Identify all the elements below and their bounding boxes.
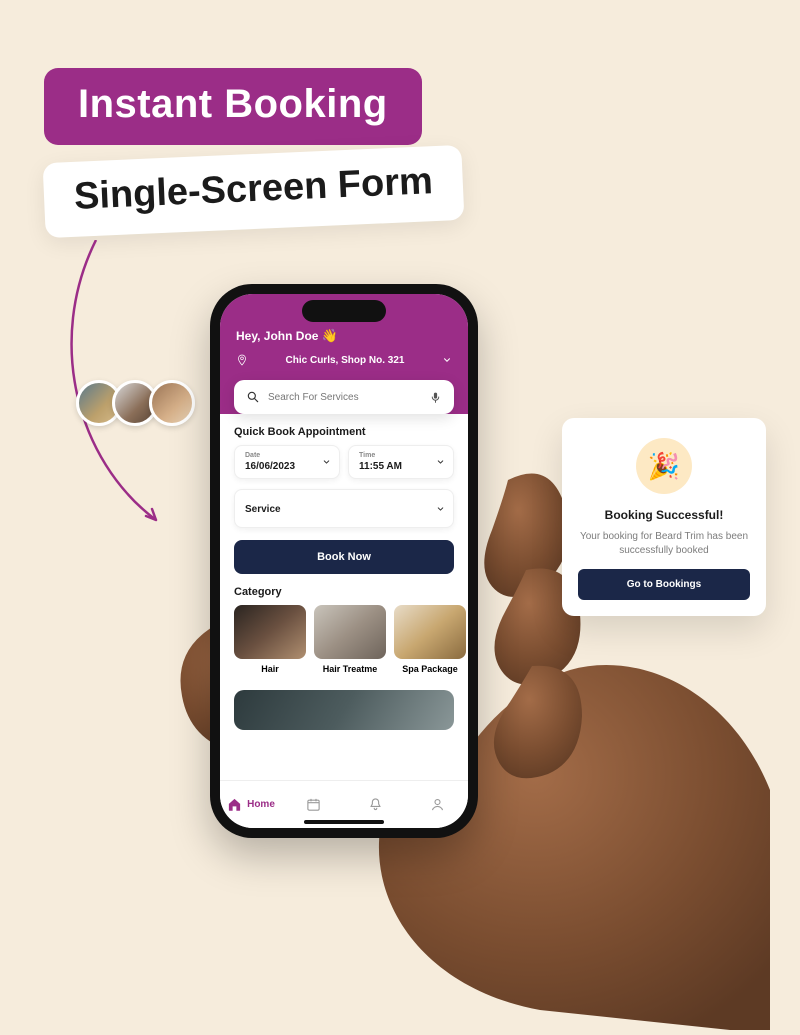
location-text: Chic Curls, Shop No. 321 bbox=[258, 355, 432, 366]
search-icon bbox=[246, 390, 260, 404]
bottom-nav: Home bbox=[220, 780, 468, 828]
date-value: 16/06/2023 bbox=[245, 461, 329, 472]
booking-success-card: 🎉 Booking Successful! Your booking for B… bbox=[562, 418, 766, 616]
nav-home-label: Home bbox=[247, 799, 275, 810]
user-icon bbox=[430, 797, 445, 812]
category-section: Category bbox=[220, 574, 468, 598]
go-to-bookings-button[interactable]: Go to Bookings bbox=[578, 569, 750, 600]
greeting-text: Hey, John Doe 👋 bbox=[236, 328, 452, 344]
location-selector[interactable]: Chic Curls, Shop No. 321 bbox=[236, 354, 452, 366]
category-label: Spa Package bbox=[394, 664, 466, 674]
search-bar[interactable] bbox=[234, 380, 454, 414]
date-field[interactable]: Date 16/06/2023 bbox=[234, 445, 340, 479]
calendar-icon bbox=[306, 797, 321, 812]
category-title: Category bbox=[234, 586, 454, 598]
promo-banner[interactable] bbox=[234, 690, 454, 730]
category-image bbox=[314, 605, 386, 659]
category-label: Hair bbox=[234, 664, 306, 674]
category-card[interactable]: Hair Treatme bbox=[314, 605, 386, 674]
service-field[interactable]: Service bbox=[234, 489, 454, 528]
mic-icon[interactable] bbox=[429, 391, 442, 404]
chevron-down-icon bbox=[442, 355, 452, 365]
category-card[interactable]: Spa Package bbox=[394, 605, 466, 674]
time-field[interactable]: Time 11:55 AM bbox=[348, 445, 454, 479]
nav-home[interactable]: Home bbox=[220, 781, 282, 828]
bell-icon bbox=[368, 797, 383, 812]
nav-profile[interactable] bbox=[406, 781, 468, 828]
home-icon bbox=[227, 797, 242, 812]
user-name: John Doe bbox=[264, 329, 319, 343]
category-label: Hair Treatme bbox=[314, 664, 386, 674]
chevron-down-icon bbox=[322, 458, 331, 467]
wave-emoji-icon: 👋 bbox=[322, 328, 338, 343]
chevron-down-icon bbox=[436, 458, 445, 467]
category-list: Hair Hair Treatme Spa Package bbox=[220, 605, 468, 674]
greeting-prefix: Hey, bbox=[236, 329, 264, 343]
date-label: Date bbox=[245, 452, 329, 459]
headline-pill: Instant Booking bbox=[44, 68, 422, 145]
category-image bbox=[234, 605, 306, 659]
location-pin-icon bbox=[236, 354, 248, 366]
phone-notch bbox=[302, 300, 386, 322]
quick-book-title: Quick Book Appointment bbox=[234, 426, 454, 438]
quick-book-section: Quick Book Appointment Date 16/06/2023 T… bbox=[220, 414, 468, 528]
book-now-button[interactable]: Book Now bbox=[234, 540, 454, 574]
success-message: Your booking for Beard Trim has been suc… bbox=[578, 530, 750, 557]
search-input[interactable] bbox=[268, 392, 421, 403]
service-label: Service bbox=[245, 504, 443, 515]
gift-icon: 🎉 bbox=[636, 438, 692, 494]
time-label: Time bbox=[359, 452, 443, 459]
chevron-down-icon bbox=[436, 504, 445, 513]
home-indicator bbox=[304, 820, 384, 824]
category-card[interactable]: Hair bbox=[234, 605, 306, 674]
phone-frame: Hey, John Doe 👋 Chic Curls, Shop No. 321… bbox=[210, 284, 478, 838]
category-image bbox=[394, 605, 466, 659]
subheadline-pill: Single-Screen Form bbox=[43, 145, 465, 238]
success-title: Booking Successful! bbox=[578, 508, 750, 522]
time-value: 11:55 AM bbox=[359, 461, 443, 472]
phone-screen: Hey, John Doe 👋 Chic Curls, Shop No. 321… bbox=[220, 294, 468, 828]
